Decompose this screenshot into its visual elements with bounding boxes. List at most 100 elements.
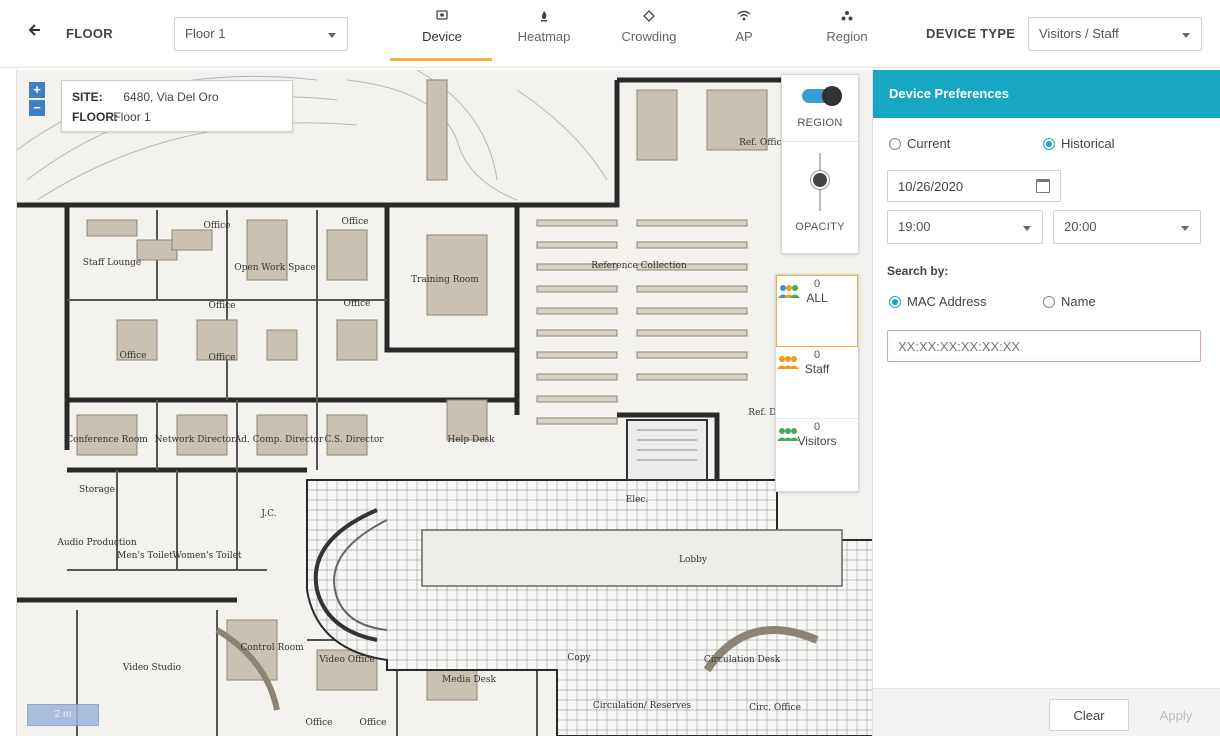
room-label: Office [208, 353, 235, 363]
room-label: Ad. Comp. Director [234, 435, 324, 445]
chevron-down-icon [328, 33, 336, 38]
room-label: Video Office [318, 655, 375, 665]
room-label: Network Director [155, 435, 236, 445]
radio-icon [889, 138, 901, 150]
room-label: Help Desk [447, 435, 495, 445]
divider [782, 141, 858, 142]
tab-label: Region [826, 29, 868, 44]
radio-label: MAC Address [907, 294, 987, 309]
room-label: Audio Production [56, 538, 137, 548]
room-label: Circulation/ Reserves [593, 701, 692, 711]
wifi-icon [718, 10, 770, 26]
tab-ap[interactable]: AP [718, 10, 770, 62]
mac-address-input[interactable] [887, 330, 1201, 362]
zoom-out-button[interactable]: − [29, 100, 45, 116]
device-type-select-value: Visitors / Staff [1039, 26, 1119, 41]
device-type-filters: 0 ALL 0 Staff 0 Visitors [775, 274, 859, 492]
room-label: Office [203, 221, 230, 231]
room-label: Open Work Space [234, 263, 315, 273]
chevron-down-icon [1182, 33, 1190, 38]
room-label: Reference Collection [591, 261, 687, 271]
search-name-radio[interactable]: Name [1043, 294, 1096, 309]
top-toolbar: FLOOR Floor 1 Device Heatmap Crowding AP… [0, 0, 1220, 68]
radio-checked-icon [889, 296, 901, 308]
back-arrow-icon[interactable] [28, 23, 44, 43]
panel-title: Device Preferences [873, 70, 1220, 118]
radio-label: Name [1061, 294, 1096, 309]
room-label: Training Room [411, 275, 479, 285]
room-label: Storage [79, 485, 115, 495]
active-tab-indicator [390, 58, 492, 61]
map-scale-bar: 2 m [27, 704, 99, 726]
apply-button[interactable]: Apply [1141, 699, 1211, 731]
floor-map[interactable]: Staff Lounge Office Office Open Work Spa… [16, 70, 872, 736]
radio-checked-icon [1043, 138, 1055, 150]
room-label: Office [343, 299, 370, 309]
room-label: Office [119, 351, 146, 361]
tab-label: AP [735, 29, 753, 44]
time-from-value: 19:00 [898, 219, 931, 234]
room-label: Video Studio [122, 663, 181, 673]
tab-device[interactable]: Device [404, 10, 480, 62]
tab-region[interactable]: Region [812, 10, 882, 62]
search-by-label: Search by: [887, 264, 949, 278]
radio-label: Current [907, 136, 951, 151]
calendar-icon[interactable] [1036, 179, 1050, 193]
people-group-icon [778, 285, 800, 298]
filter-visitors[interactable]: 0 Visitors [776, 419, 858, 491]
floor-select[interactable]: Floor 1 [174, 17, 348, 51]
toggle-knob [822, 86, 842, 106]
floor-plan-image: Staff Lounge Office Office Open Work Spa… [17, 70, 872, 736]
tab-label: Device [422, 29, 462, 44]
room-label: Circulation Desk [704, 655, 781, 665]
chevron-down-icon [1181, 226, 1189, 231]
date-value: 10/26/2020 [898, 179, 964, 194]
mode-current-radio[interactable]: Current [889, 136, 950, 151]
room-label: Men's Toilet [117, 551, 173, 561]
device-type-label: DEVICE TYPE [926, 26, 1016, 41]
region-toggle[interactable] [802, 86, 842, 106]
room-label: Circ. Office [749, 703, 801, 713]
opacity-label: OPACITY [795, 221, 845, 233]
site-value: 6480, Via Del Oro [123, 90, 219, 104]
filter-staff[interactable]: 0 Staff [776, 347, 858, 419]
room-label: C.S. Director [324, 435, 384, 445]
room-label: Control Room [240, 643, 304, 653]
people-group-icon [777, 428, 799, 441]
search-mac-radio[interactable]: MAC Address [889, 294, 986, 309]
filter-all[interactable]: 0 ALL [776, 275, 858, 347]
room-label: Copy [567, 653, 591, 663]
site-info-box: SITE: 6480, Via Del Oro FLOOR: Floor 1 [61, 80, 293, 132]
clear-button[interactable]: Clear [1049, 699, 1129, 731]
time-to-value: 20:00 [1064, 219, 1097, 234]
floor-select-value: Floor 1 [185, 26, 226, 41]
room-label: Women's Toilet [172, 551, 241, 561]
room-label: Ref. Office [739, 138, 787, 148]
room-label: Staff Lounge [83, 258, 141, 268]
tab-label: Crowding [621, 29, 677, 44]
tab-crowding[interactable]: Crowding [606, 10, 692, 62]
room-label: Office [341, 217, 368, 227]
device-type-select[interactable]: Visitors / Staff [1028, 17, 1202, 51]
heatmap-icon [506, 10, 582, 26]
room-label: Office [208, 301, 235, 311]
floor-label: FLOOR [66, 26, 113, 41]
region-icon [812, 10, 882, 26]
date-picker[interactable]: 10/26/2020 [887, 170, 1061, 202]
floor-value: Floor 1 [113, 110, 151, 124]
room-label: Lobby [679, 555, 708, 565]
time-from-select[interactable]: 19:00 [887, 210, 1043, 244]
mode-historical-radio[interactable]: Historical [1043, 136, 1114, 151]
device-preferences-panel: Device Preferences Current Historical 10… [872, 70, 1220, 736]
radio-icon [1043, 296, 1055, 308]
room-label: Office [359, 718, 386, 728]
time-to-select[interactable]: 20:00 [1053, 210, 1201, 244]
zoom-in-button[interactable]: + [29, 82, 45, 98]
crowding-icon [606, 10, 692, 26]
opacity-slider-handle[interactable] [811, 171, 829, 189]
floor-key: FLOOR: [72, 110, 118, 124]
tab-heatmap[interactable]: Heatmap [506, 10, 582, 62]
room-label: J.C. [260, 509, 276, 519]
people-group-icon [777, 356, 799, 369]
room-label: Media Desk [442, 675, 497, 685]
